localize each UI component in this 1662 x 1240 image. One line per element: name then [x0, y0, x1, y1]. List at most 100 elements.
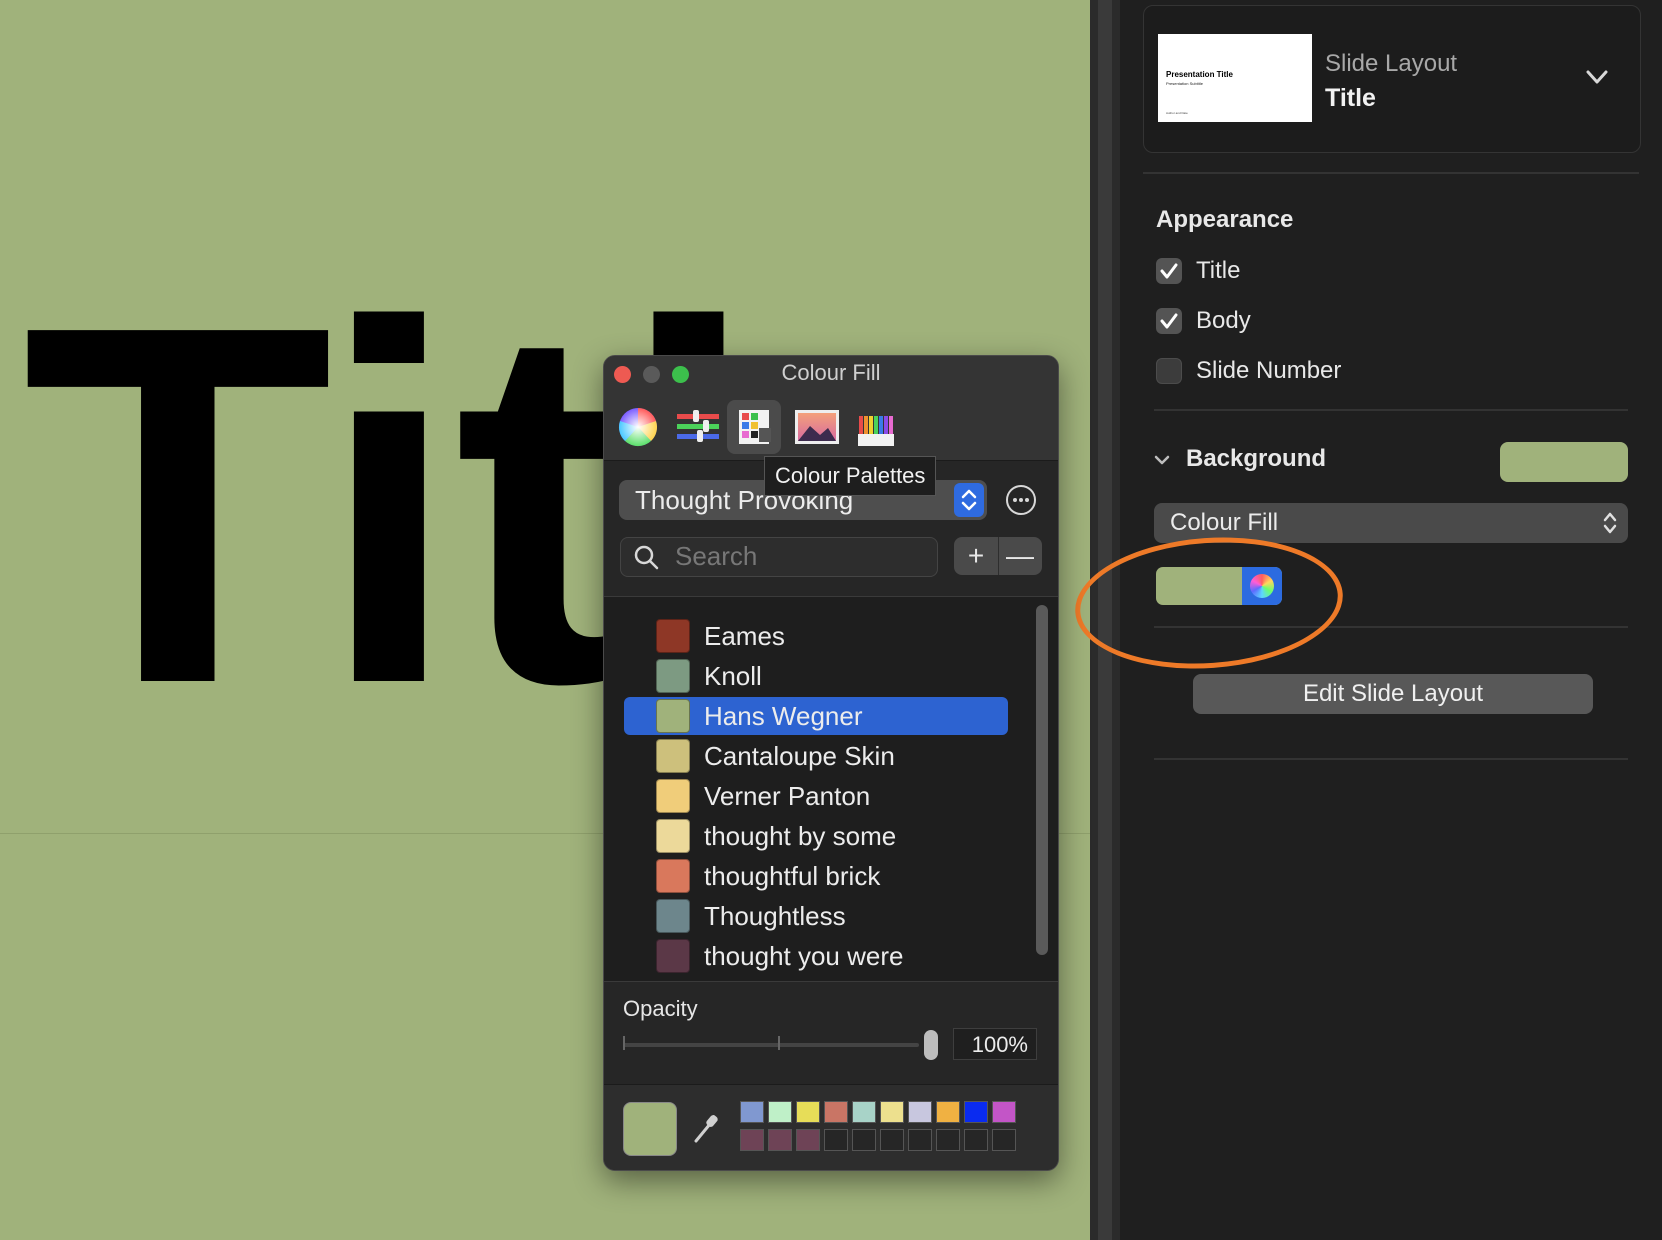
slide-number-option-label: Slide Number	[1196, 357, 1342, 384]
slide-number-checkbox[interactable]	[1156, 358, 1182, 384]
title-option-label: Title	[1196, 257, 1241, 284]
sliders-icon	[677, 410, 719, 442]
title-checkbox[interactable]	[1156, 258, 1182, 284]
pencils-icon	[858, 416, 894, 446]
favourite-swatch[interactable]	[992, 1101, 1016, 1123]
colour-sliders-tab[interactable]	[671, 400, 725, 454]
empty-swatch-slot[interactable]	[936, 1129, 960, 1151]
ellipsis-icon	[1013, 498, 1029, 502]
chevron-down-icon[interactable]	[1584, 64, 1610, 90]
thumbnail-title: Presentation Title	[1166, 70, 1233, 79]
favourite-swatch[interactable]	[768, 1129, 792, 1151]
pencils-tab[interactable]	[850, 400, 904, 454]
slide-layout-selector[interactable]: Presentation Title Presentation Subtitle…	[1143, 5, 1641, 153]
favourite-swatch[interactable]	[908, 1101, 932, 1123]
appearance-slide-number-option[interactable]: Slide Number	[1156, 357, 1341, 385]
empty-swatch-slot[interactable]	[908, 1129, 932, 1151]
favourite-swatch[interactable]	[740, 1101, 764, 1123]
appearance-body-option[interactable]: Body	[1156, 307, 1251, 335]
list-item-selected[interactable]: Hans Wegner	[624, 697, 1008, 735]
opacity-slider-knob[interactable]	[924, 1030, 938, 1060]
opacity-value-field[interactable]: 100%	[953, 1028, 1037, 1060]
colour-name: thought by some	[704, 821, 897, 851]
favourite-swatch[interactable]	[824, 1101, 848, 1123]
empty-swatch-slot[interactable]	[880, 1129, 904, 1151]
image-palettes-tab[interactable]	[790, 400, 844, 454]
eyedropper-icon[interactable]	[690, 1111, 720, 1145]
list-item[interactable]: Verner Panton	[624, 777, 1008, 815]
colour-name: Eames	[704, 621, 785, 651]
colour-wheel-icon	[618, 408, 658, 447]
edit-slide-layout-button[interactable]: Edit Slide Layout	[1193, 674, 1593, 714]
colour-swatch	[656, 899, 690, 933]
colour-name: thoughtful brick	[704, 861, 881, 891]
slide-layout-value: Title	[1325, 84, 1376, 112]
search-input[interactable]	[675, 542, 925, 570]
thumbnail-subtitle: Presentation Subtitle	[1166, 81, 1203, 86]
background-colour-swatch[interactable]	[1500, 442, 1628, 482]
add-colour-button[interactable]: +	[954, 537, 999, 575]
colour-name: Cantaloupe Skin	[704, 741, 895, 771]
palette-colour-list[interactable]: Eames Knoll Hans Wegner Cantaloupe Skin …	[604, 596, 1058, 982]
slide-layout-thumbnail: Presentation Title Presentation Subtitle…	[1158, 34, 1312, 122]
empty-swatch-slot[interactable]	[992, 1129, 1016, 1151]
colour-name: Thoughtless	[704, 901, 846, 931]
list-item[interactable]: Thoughtless	[624, 897, 1008, 935]
favourite-swatch[interactable]	[936, 1101, 960, 1123]
list-item[interactable]: thoughtful brick	[624, 857, 1008, 895]
list-scrollbar-thumb[interactable]	[1036, 605, 1048, 955]
panel-titlebar[interactable]: Colour Fill	[604, 356, 1058, 461]
background-heading[interactable]: Background	[1186, 445, 1326, 473]
favourite-swatch[interactable]	[852, 1101, 876, 1123]
favourite-swatch[interactable]	[768, 1101, 792, 1123]
list-item[interactable]: thought you were	[624, 937, 1008, 975]
colour-name: Knoll	[704, 661, 762, 691]
divider	[1143, 172, 1639, 174]
colour-name: thought you were	[704, 941, 904, 971]
slider-tick	[778, 1036, 780, 1050]
colour-swatch	[656, 659, 690, 693]
list-item[interactable]: thought by some	[624, 817, 1008, 855]
body-checkbox[interactable]	[1156, 308, 1182, 334]
slider-tick	[623, 1036, 625, 1050]
favourite-swatch[interactable]	[740, 1129, 764, 1151]
colour-swatch	[656, 859, 690, 893]
list-item[interactable]: Cantaloupe Skin	[624, 737, 1008, 775]
colour-fill-panel[interactable]: Colour Fill Colour Palettes Thought Prov…	[603, 355, 1059, 1171]
search-field[interactable]	[620, 537, 938, 577]
add-remove-control: + —	[954, 537, 1042, 575]
colour-swatch	[656, 619, 690, 653]
colour-wheel-tab[interactable]	[611, 400, 665, 454]
body-option-label: Body	[1196, 307, 1251, 334]
select-arrows-icon	[1603, 512, 1617, 534]
current-colour-swatch[interactable]	[623, 1102, 677, 1156]
fill-type-value: Colour Fill	[1170, 509, 1279, 536]
panel-title: Colour Fill	[781, 360, 881, 385]
opacity-label: Opacity	[623, 996, 698, 1021]
favourite-swatch[interactable]	[880, 1101, 904, 1123]
favourite-swatch[interactable]	[796, 1129, 820, 1151]
more-options-button[interactable]	[1006, 485, 1036, 515]
appearance-heading: Appearance	[1156, 206, 1294, 233]
swatch-bar	[604, 1084, 1058, 1170]
favourite-swatch[interactable]	[964, 1101, 988, 1123]
appearance-title-option[interactable]: Title	[1156, 257, 1240, 285]
colour-swatch	[656, 739, 690, 773]
list-item[interactable]: Eames	[624, 617, 1008, 655]
colour-palettes-tab[interactable]	[727, 400, 781, 454]
empty-swatch-slot[interactable]	[824, 1129, 848, 1151]
search-icon	[634, 545, 659, 570]
slide-layout-label: Slide Layout	[1325, 50, 1458, 77]
empty-swatch-slot[interactable]	[964, 1129, 988, 1151]
divider	[1154, 758, 1628, 760]
colour-palettes-icon	[739, 410, 771, 444]
opacity-slider[interactable]	[623, 1043, 919, 1047]
colour-swatch	[656, 699, 690, 733]
thumbnail-author: Author and Date	[1166, 111, 1188, 115]
remove-colour-button[interactable]: —	[998, 537, 1042, 575]
list-item[interactable]: Knoll	[624, 657, 1008, 695]
chevron-down-icon[interactable]	[1152, 450, 1172, 470]
empty-swatch-slot[interactable]	[852, 1129, 876, 1151]
favourite-swatch[interactable]	[796, 1101, 820, 1123]
colour-swatch	[656, 819, 690, 853]
